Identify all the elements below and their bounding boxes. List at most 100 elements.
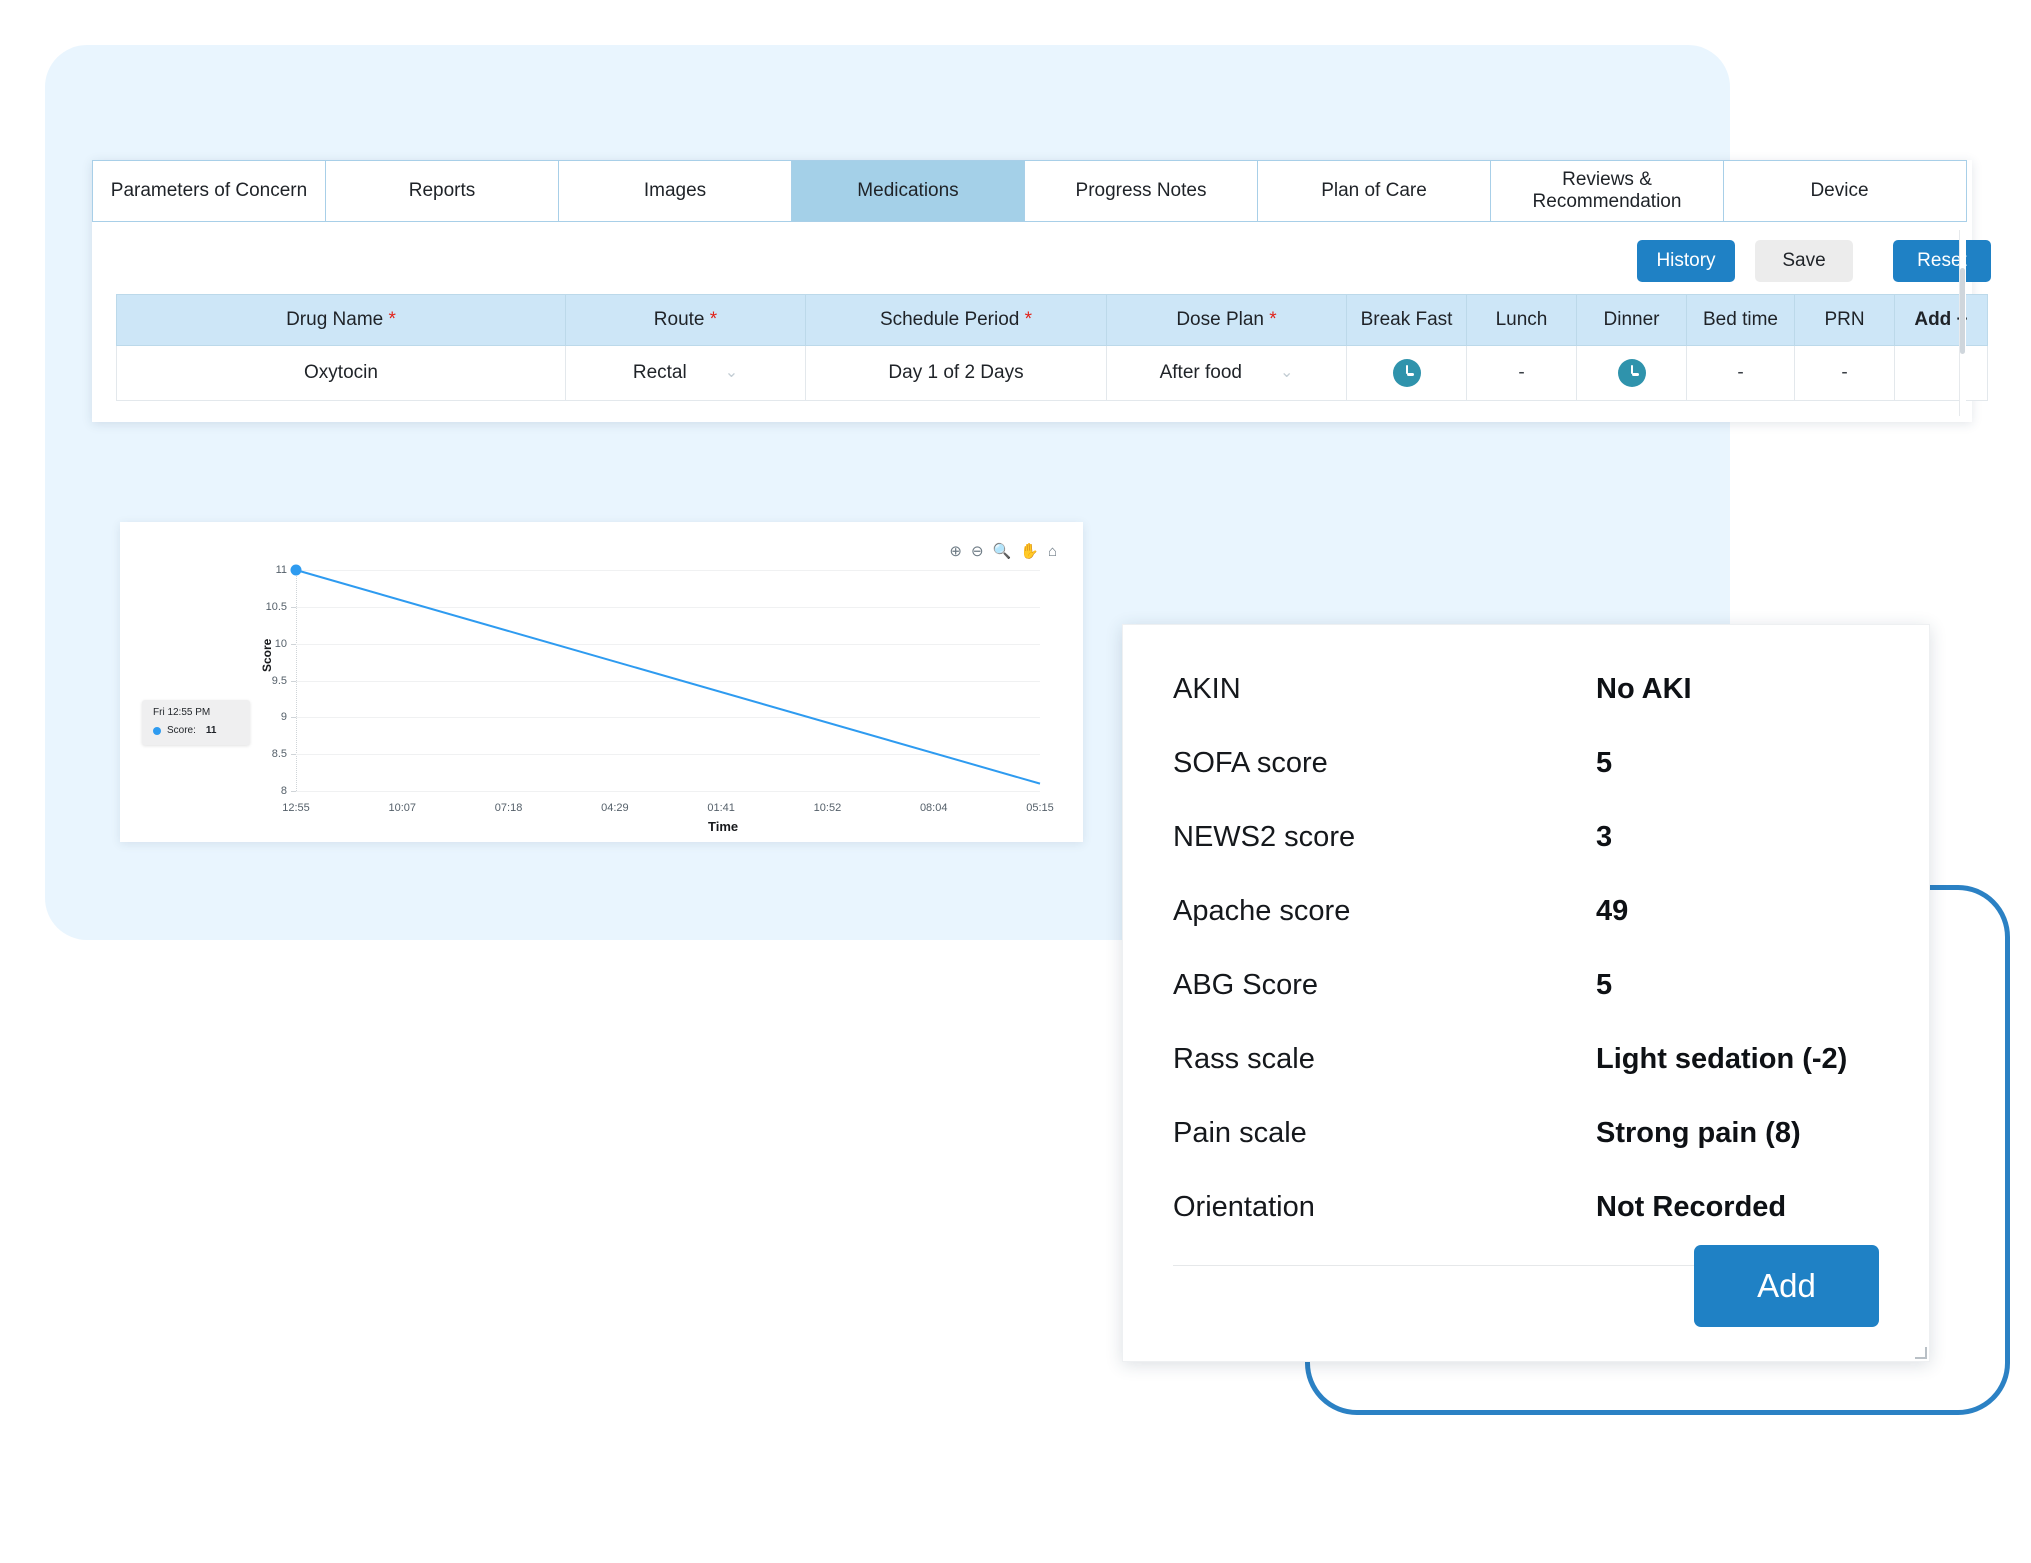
score-label: Pain scale: [1173, 1117, 1596, 1150]
cell-value: -: [1518, 362, 1524, 383]
cell-drug-name: Oxytocin: [117, 346, 566, 401]
column-header-label: Schedule Period: [880, 309, 1019, 330]
score-value: Strong pain (8): [1596, 1117, 1801, 1150]
chart-tooltip-title: Fri 12:55 PM: [153, 707, 239, 718]
table-row: Oxytocin Rectal ⌄ Day 1 of 2 Days After food…: [117, 346, 1988, 401]
cell-dose-plan[interactable]: After food⌄: [1107, 346, 1347, 401]
zoom-select-icon[interactable]: 🔍: [993, 544, 1012, 559]
tab-medications[interactable]: Medications: [792, 161, 1025, 221]
column-header-label: PRN: [1824, 309, 1864, 330]
score-row: AKINNo AKI: [1173, 673, 1879, 706]
column-header-label: Drug Name: [286, 309, 383, 330]
save-button[interactable]: Save: [1755, 240, 1853, 282]
score-label: SOFA score: [1173, 747, 1596, 780]
column-header-drug-name: Drug Name *: [117, 295, 566, 346]
column-header-dinner: Dinner: [1577, 295, 1687, 346]
reset-button[interactable]: Reset: [1893, 240, 1991, 282]
y-tick-label: 10.5: [266, 601, 287, 613]
panel-scrollbar[interactable]: [1959, 230, 1966, 416]
cell-add: [1895, 346, 1988, 401]
tab-parameters-of-concern[interactable]: Parameters of Concern: [93, 161, 326, 221]
cell-value: -: [1737, 362, 1743, 383]
tab-plan-of-care[interactable]: Plan of Care: [1258, 161, 1491, 221]
column-header-dose-plan: Dose Plan *: [1107, 295, 1347, 346]
required-asterisk: *: [705, 309, 718, 330]
y-tick-label: 8: [281, 785, 287, 797]
tab-device[interactable]: Device: [1724, 161, 1955, 221]
chart-tooltip-row: Score: 11: [153, 725, 239, 736]
y-tick-label: 8.5: [272, 748, 287, 760]
chart-data-point[interactable]: [291, 565, 302, 576]
column-header-schedule-period: Schedule Period *: [806, 295, 1107, 346]
x-tick-label: 04:29: [601, 802, 629, 814]
clinical-scores-list: AKINNo AKI SOFA score5 NEWS2 score3 Apache …: [1123, 625, 1929, 1224]
column-header-break-fast: Break Fast: [1347, 295, 1467, 346]
cell-route[interactable]: Rectal ⌄: [566, 346, 806, 401]
home-reset-icon[interactable]: ⌂: [1048, 544, 1057, 559]
cell-value: Day 1 of 2 Days: [888, 362, 1023, 383]
cell-bed-time: -: [1687, 346, 1795, 401]
score-value: Light sedation (-2): [1596, 1043, 1847, 1076]
score-label: Apache score: [1173, 895, 1596, 928]
tab-reports[interactable]: Reports: [326, 161, 559, 221]
column-header-label: Dinner: [1604, 309, 1660, 330]
score-row: Pain scaleStrong pain (8): [1173, 1117, 1879, 1150]
card-resize-handle[interactable]: [1915, 1347, 1927, 1359]
chart-tooltip: Fri 12:55 PM Score: 11: [142, 700, 250, 745]
route-select[interactable]: Rectal ⌄: [633, 362, 738, 384]
cell-value: Oxytocin: [304, 362, 378, 383]
score-label: ABG Score: [1173, 969, 1596, 1002]
score-row: NEWS2 score3: [1173, 821, 1879, 854]
chevron-down-icon[interactable]: ⌄: [1280, 365, 1293, 381]
tab-images[interactable]: Images: [559, 161, 792, 221]
dose-plan-select[interactable]: After food⌄: [1160, 362, 1294, 384]
score-row: SOFA score5: [1173, 747, 1879, 780]
tabstrip: Parameters of ConcernReportsImagesMedica…: [92, 160, 1967, 222]
table-header-row: Drug Name *Route *Schedule Period *Dose …: [117, 295, 1988, 346]
chart-plot-area[interactable]: 1110.5109.598.58 12:5510:0707:1804:2901:…: [296, 570, 1040, 791]
add-button[interactable]: Add: [1694, 1245, 1879, 1327]
score-row: OrientationNot Recorded: [1173, 1191, 1879, 1224]
score-value: Not Recorded: [1596, 1191, 1786, 1224]
zoom-in-icon[interactable]: ⊕: [949, 544, 962, 559]
score-label: AKIN: [1173, 673, 1596, 706]
score-value: 49: [1596, 895, 1628, 928]
zoom-out-icon[interactable]: ⊖: [971, 544, 984, 559]
y-tick-label: 9.5: [272, 675, 287, 687]
score-label: Orientation: [1173, 1191, 1596, 1224]
pan-hand-icon[interactable]: ✋: [1020, 544, 1039, 559]
required-asterisk: *: [1264, 309, 1277, 330]
column-header-add[interactable]: Add +: [1895, 295, 1988, 346]
cell-dinner[interactable]: [1577, 346, 1687, 401]
clock-icon[interactable]: [1393, 359, 1421, 387]
score-label: NEWS2 score: [1173, 821, 1596, 854]
cell-lunch: -: [1467, 346, 1577, 401]
score-row: Rass scaleLight sedation (-2): [1173, 1043, 1879, 1076]
chevron-down-icon[interactable]: ⌄: [725, 365, 738, 381]
x-tick-label: 07:18: [495, 802, 523, 814]
clinical-scores-card: AKINNo AKI SOFA score5 NEWS2 score3 Apache …: [1122, 624, 1930, 1362]
table-header: Drug Name *Route *Schedule Period *Dose …: [117, 295, 1988, 346]
score-trend-chart-card: ⊕ ⊖ 🔍 ✋ ⌂ Score Time 1110.5109.598.58 12…: [120, 522, 1083, 842]
x-tick-label: 05:15: [1026, 802, 1054, 814]
tab-reviews-recommendation[interactable]: Reviews & Recommendation: [1491, 161, 1724, 221]
score-label: Rass scale: [1173, 1043, 1596, 1076]
medications-table: Drug Name *Route *Schedule Period *Dose …: [116, 294, 1988, 401]
x-tick-label: 01:41: [707, 802, 735, 814]
column-header-label: Dose Plan: [1176, 309, 1264, 330]
gridline: [296, 791, 1040, 792]
route-value: Rectal: [633, 362, 687, 384]
chart-series-line: [296, 570, 1040, 791]
score-row: ABG Score5: [1173, 969, 1879, 1002]
y-tick-label: 11: [276, 564, 287, 576]
column-header-route: Route *: [566, 295, 806, 346]
medications-panel: Parameters of ConcernReportsImagesMedica…: [92, 160, 1972, 422]
cell-break-fast[interactable]: [1347, 346, 1467, 401]
clock-icon[interactable]: [1618, 359, 1646, 387]
cell-schedule-period: Day 1 of 2 Days: [806, 346, 1107, 401]
column-header-label: Break Fast: [1361, 309, 1453, 330]
history-button[interactable]: History: [1637, 240, 1735, 282]
score-value: No AKI: [1596, 673, 1692, 706]
tab-progress-notes[interactable]: Progress Notes: [1025, 161, 1258, 221]
column-header-prn: PRN: [1795, 295, 1895, 346]
